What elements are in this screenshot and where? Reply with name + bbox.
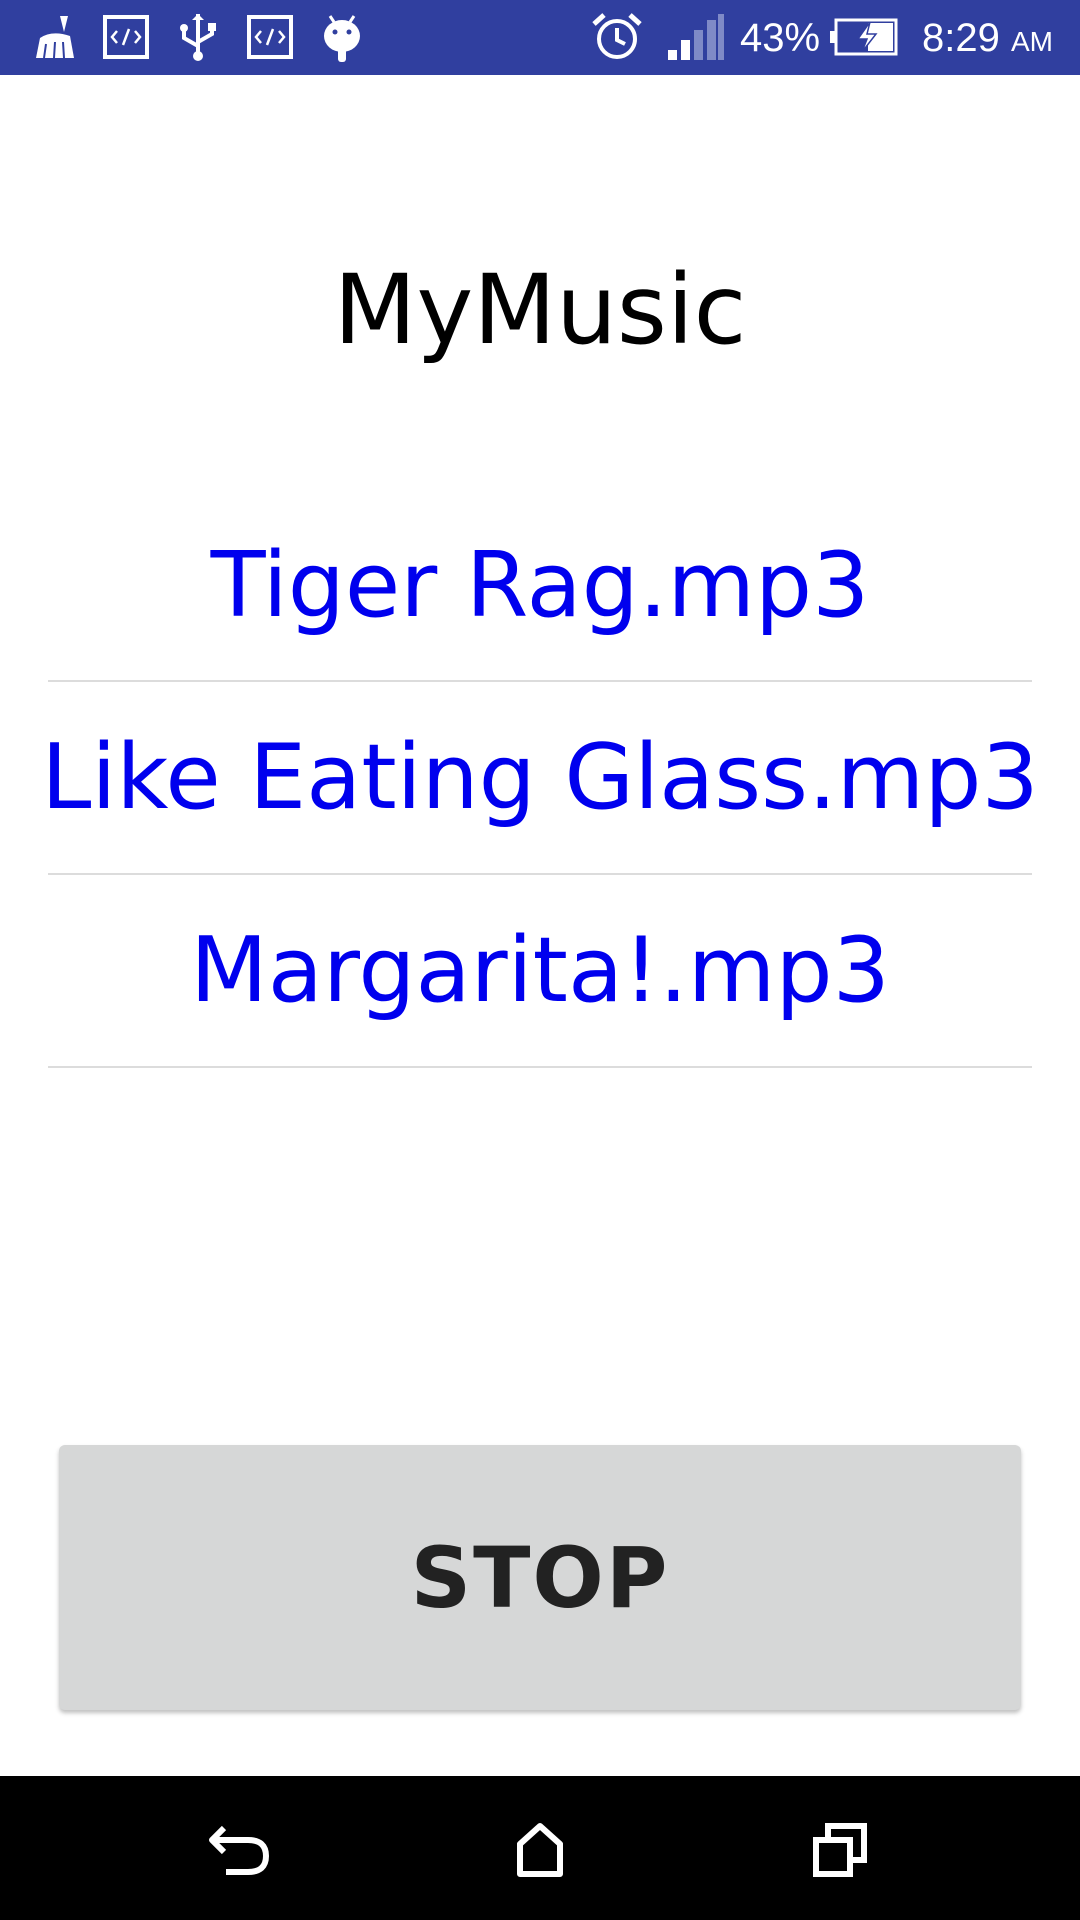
list-item[interactable]: Tiger Rag.mp3 (48, 490, 1032, 682)
code-icon (247, 15, 293, 59)
android-icon (324, 15, 360, 62)
app-title: MyMusic (333, 254, 747, 366)
clock: 8:29 AM (922, 12, 1053, 68)
song-list: Tiger Rag.mp3 Like Eating Glass.mp3 Marg… (41, 490, 1039, 1068)
signal-icon (668, 14, 724, 60)
clock-time: 8:29 (922, 16, 1000, 60)
nav-bar (0, 1776, 1080, 1920)
back-icon[interactable] (190, 1798, 290, 1898)
alarm-icon (592, 13, 642, 59)
status-bar: 43% 8:29 AM (0, 0, 1080, 75)
cleaner-icon (36, 16, 74, 59)
clock-ampm: AM (1010, 26, 1053, 57)
stop-button[interactable]: STOP (59, 1445, 1021, 1710)
battery-percent: 43% (740, 16, 821, 60)
recents-icon[interactable] (790, 1798, 890, 1898)
usb-icon (180, 14, 216, 61)
battery-charging-icon (830, 18, 898, 56)
list-item[interactable]: Margarita!.mp3 (48, 875, 1032, 1068)
home-icon[interactable] (490, 1798, 590, 1898)
list-item[interactable]: Like Eating Glass.mp3 (41, 682, 1039, 875)
code-icon (103, 15, 149, 59)
